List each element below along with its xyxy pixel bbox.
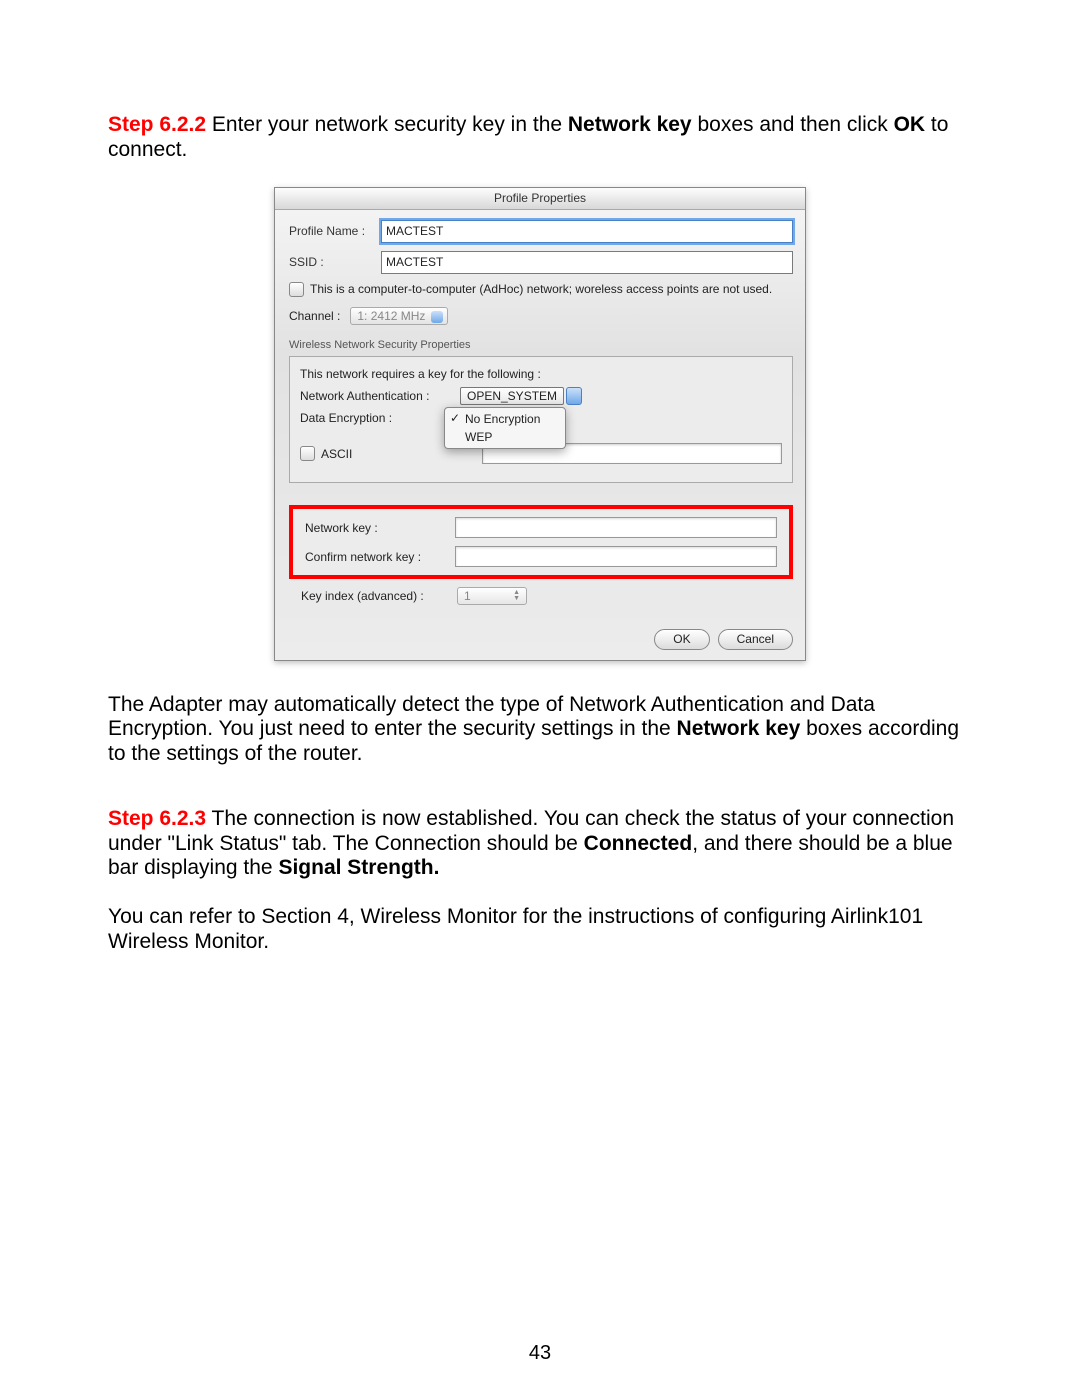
network-key-bold: Network key [568,113,692,136]
key-index-value: 1 [464,589,471,603]
ok-button[interactable]: OK [654,629,709,649]
text: Enter your network security key in the [206,113,568,136]
final-paragraph: You can refer to Section 4, Wireless Mon… [108,905,972,955]
profile-name-input[interactable] [381,220,793,243]
adhoc-checkbox[interactable] [289,282,304,297]
step-6-2-2-paragraph: Step 6.2.2 Enter your network security k… [108,113,972,163]
network-key-label: Network key : [305,521,455,535]
confirm-network-key-input[interactable] [455,546,777,567]
channel-label: Channel : [289,309,340,323]
cancel-button[interactable]: Cancel [718,629,793,649]
ok-bold: OK [894,113,926,136]
step-6-2-3-paragraph: Step 6.2.3 The connection is now establi… [108,807,972,881]
network-key-highlight-box: Network key : Confirm network key : [289,505,793,579]
network-key-bold: Network key [677,717,801,740]
step-6-2-2-label: Step 6.2.2 [108,113,206,136]
dialog-title: Profile Properties [275,188,805,210]
ascii-label: ASCII [321,447,352,461]
channel-select[interactable]: 1: 2412 MHz [350,307,448,325]
key-index-select[interactable]: 1 ▲▼ [457,587,527,605]
encryption-dropdown[interactable]: No Encryption WEP [444,407,566,449]
profile-name-label: Profile Name : [289,224,381,238]
security-properties-box: This network requires a key for the foll… [289,356,793,483]
page-number: 43 [0,1342,1080,1365]
stepper-icon[interactable]: ▲▼ [513,590,520,602]
encryption-option-no-encryption[interactable]: No Encryption [445,410,565,428]
network-auth-label: Network Authentication : [300,389,460,403]
requires-key-text: This network requires a key for the foll… [300,367,782,381]
encryption-option-wep[interactable]: WEP [445,428,565,446]
ssid-input[interactable] [381,251,793,274]
text: boxes and then click [692,113,894,136]
network-auth-select[interactable]: OPEN_SYSTEM [460,387,564,405]
after-dialog-paragraph: The Adapter may automatically detect the… [108,693,972,767]
network-key-input[interactable] [455,517,777,538]
profile-properties-dialog: Profile Properties Profile Name : SSID :… [274,187,806,661]
stepper-icon[interactable] [566,387,582,405]
ascii-checkbox[interactable] [300,446,315,461]
confirm-network-key-label: Confirm network key : [305,550,455,564]
adhoc-text: This is a computer-to-computer (AdHoc) n… [310,282,772,296]
connected-bold: Connected [584,832,693,855]
data-encryption-label: Data Encryption : [300,411,420,425]
ssid-label: SSID : [289,255,381,269]
signal-strength-bold: Signal Strength. [278,856,439,879]
key-index-label: Key index (advanced) : [289,589,457,603]
step-6-2-3-label: Step 6.2.3 [108,807,206,830]
security-section-caption: Wireless Network Security Properties [289,339,793,352]
